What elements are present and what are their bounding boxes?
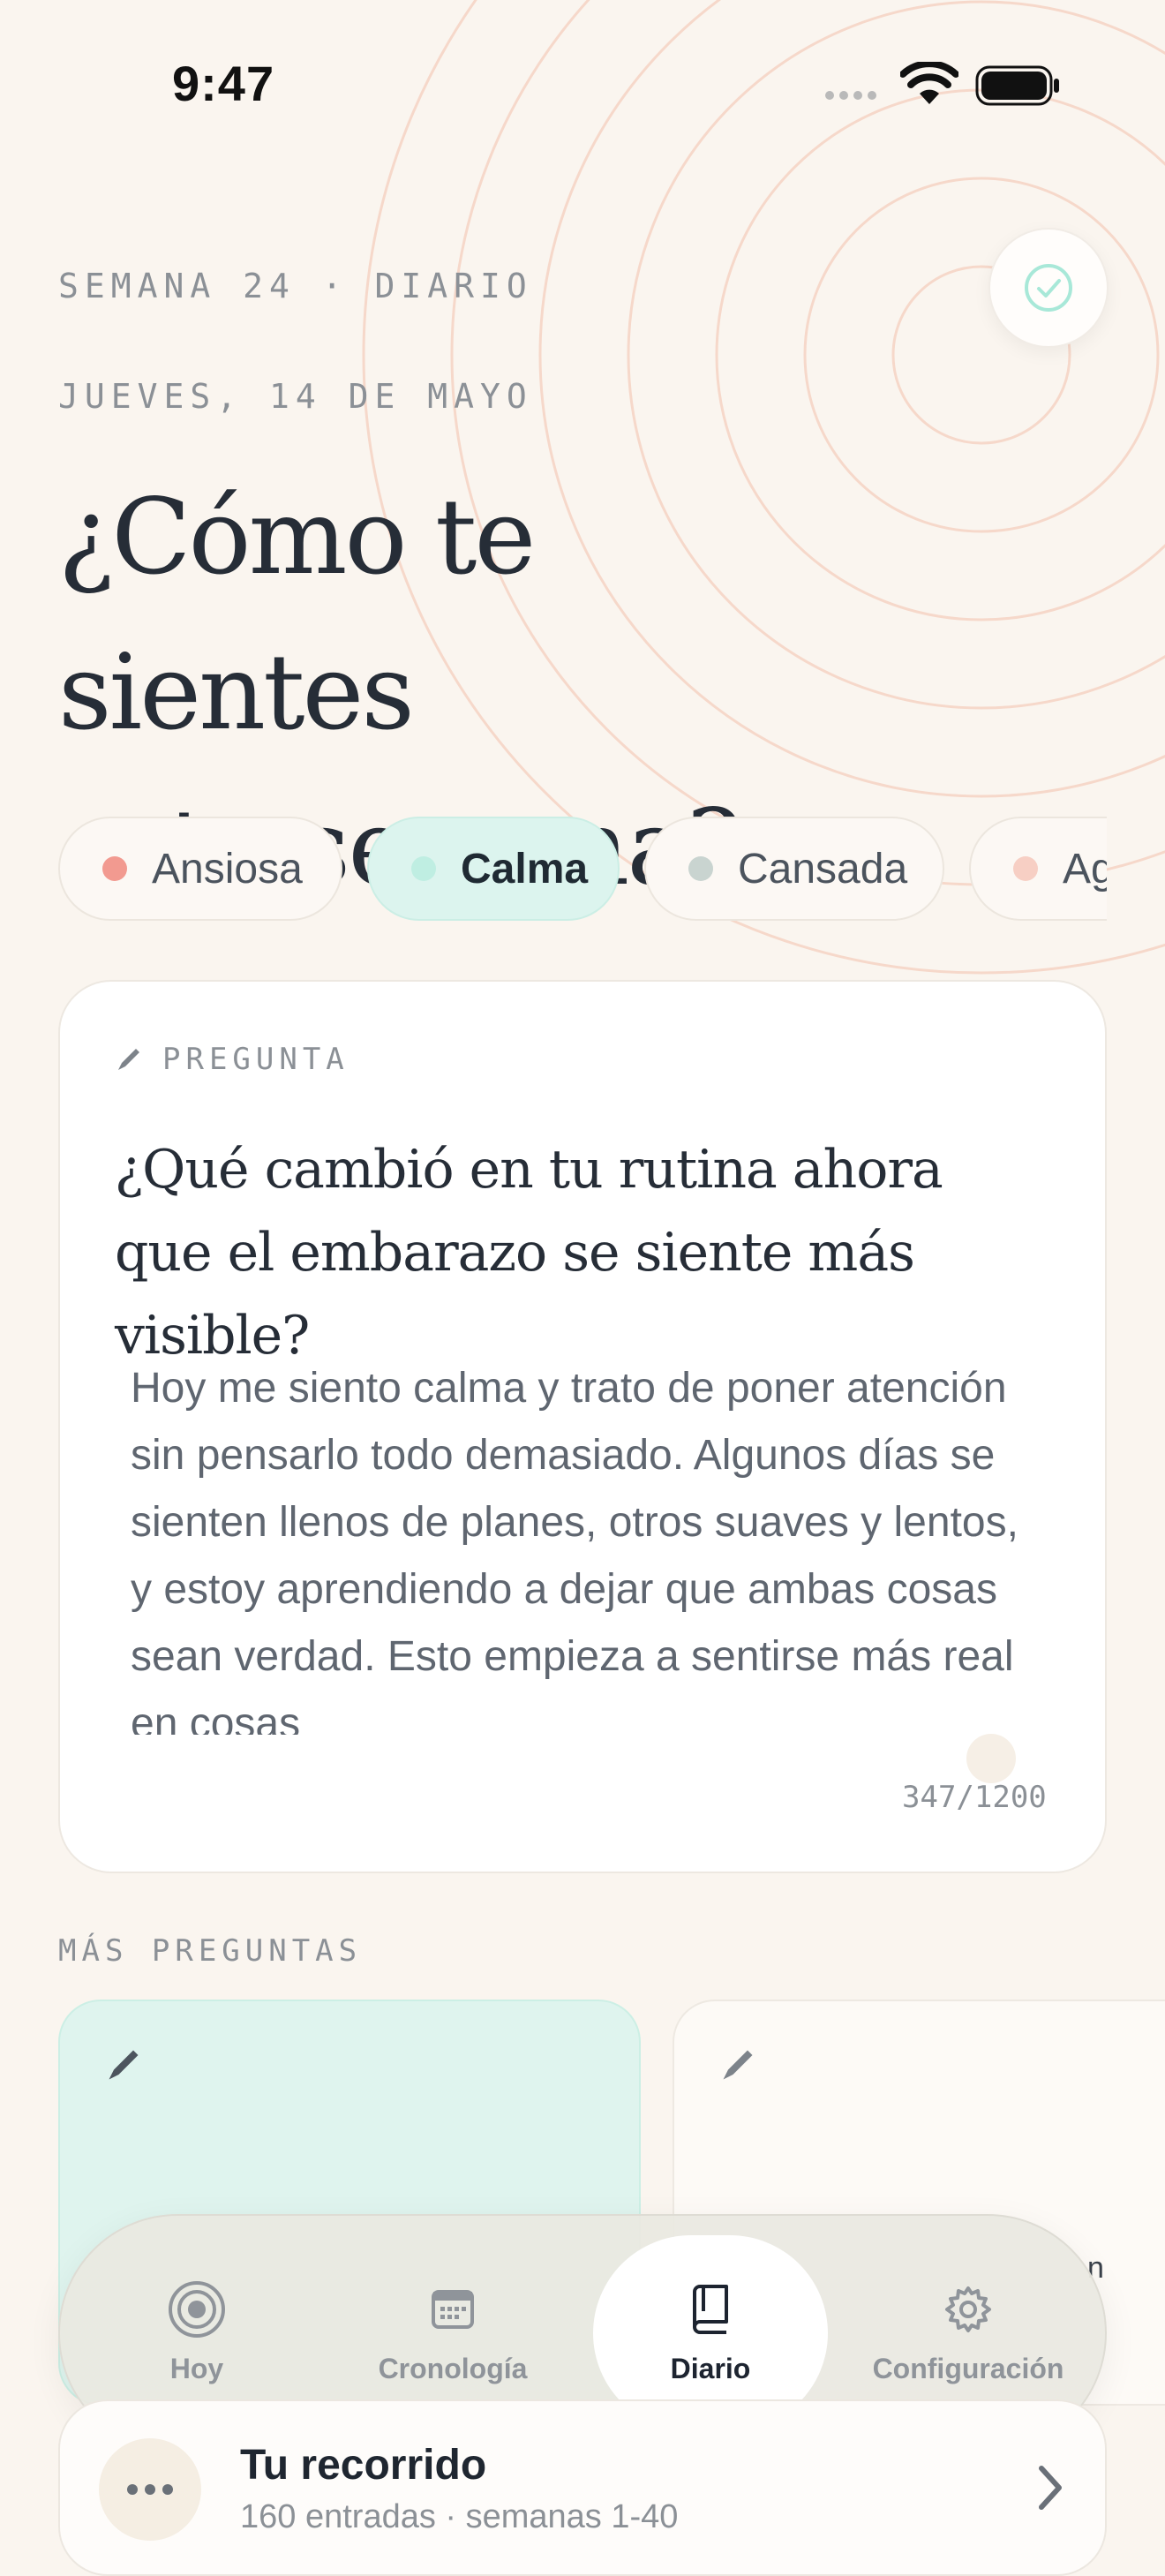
question-label-text: PREGUNTA [162, 1042, 350, 1077]
gear-icon [945, 2286, 991, 2332]
tab-label: Diario [670, 2352, 751, 2384]
question-label: PREGUNTA [115, 1042, 350, 1077]
mood-chips: Ansiosa Calma Cansada Ag [58, 817, 1107, 924]
calendar-icon [432, 2289, 474, 2329]
mood-chip-cansada[interactable]: Cansada [644, 817, 944, 921]
pencil-icon [723, 2050, 753, 2080]
journey-subtitle: 160 entradas · semanas 1-40 [240, 2498, 679, 2535]
mood-dot [102, 856, 127, 881]
week-label: SEMANA 24 · DIARIO [58, 267, 533, 305]
book-icon [693, 2284, 728, 2334]
more-icon [99, 2438, 201, 2541]
mood-chip-ansiosa[interactable]: Ansiosa [58, 817, 342, 921]
check-circle-icon [1025, 264, 1072, 312]
page-title-line-1: ¿Cómo te sientes [58, 476, 536, 753]
save-entry-button[interactable] [988, 228, 1109, 348]
mood-dot [411, 856, 436, 881]
mood-dot [1013, 856, 1038, 881]
mood-chip-label: Calma [461, 845, 589, 893]
journey-card[interactable] [58, 2399, 1107, 2576]
wifi-icon [900, 62, 958, 104]
mood-chip-partial[interactable]: Ag [969, 817, 1107, 921]
more-questions-label: MÁS PREGUNTAS [58, 1933, 363, 1969]
cellular-signal-icon [825, 88, 882, 104]
battery-icon [975, 65, 1059, 106]
chevron-right-icon [1039, 2466, 1062, 2510]
tab-label: Cronología [378, 2352, 528, 2384]
character-counter: 347/1200 [902, 1780, 1047, 1815]
mood-chip-label: Ansiosa [152, 845, 303, 893]
mood-dot [688, 856, 713, 881]
tab-label: Configuración [872, 2352, 1064, 2384]
date-label: JUEVES, 14 DE MAYO [58, 377, 533, 416]
mood-chip-label: Ag [1063, 845, 1107, 893]
answer-textarea[interactable]: Hoy me siento calma y trato de poner ate… [131, 1355, 1040, 1735]
mood-chip-calma[interactable]: Calma [367, 817, 620, 921]
journey-title: Tu recorrido [240, 2442, 487, 2489]
pencil-icon [109, 2050, 139, 2080]
question-text: ¿Qué cambió en tu rutina ahora que el em… [115, 1139, 943, 1367]
mood-chip-label: Cansada [738, 845, 908, 893]
status-time: 9:47 [172, 56, 275, 111]
soft-indicator [966, 1734, 1016, 1783]
target-icon [169, 2280, 225, 2338]
tab-label: Hoy [169, 2352, 224, 2384]
pencil-icon [118, 1049, 139, 1070]
